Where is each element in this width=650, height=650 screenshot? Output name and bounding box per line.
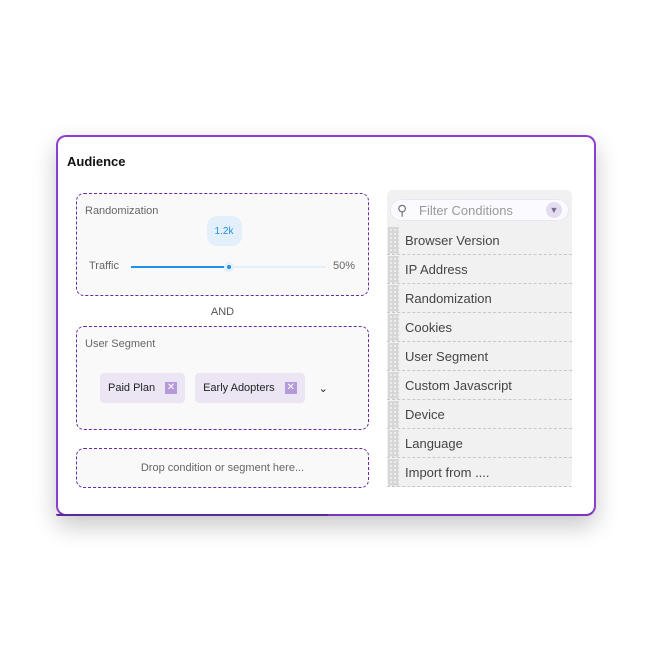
condition-item-label: IP Address bbox=[405, 261, 468, 277]
traffic-label: Traffic bbox=[89, 260, 119, 272]
filter-conditions-input[interactable]: ⚲ Filter Conditions ▼ bbox=[390, 199, 569, 221]
condition-item[interactable]: Import from .... bbox=[387, 458, 572, 487]
condition-item-label: Import from .... bbox=[405, 464, 490, 480]
drag-handle-icon[interactable] bbox=[388, 371, 399, 399]
condition-label: Randomization bbox=[85, 205, 159, 217]
conditions-list: Browser Version IP Address Randomization Co… bbox=[387, 226, 572, 487]
drag-handle-icon[interactable] bbox=[388, 400, 399, 428]
condition-item-label: User Segment bbox=[405, 348, 489, 364]
slider-tooltip: 1.2k bbox=[206, 216, 242, 246]
drop-zone[interactable]: Drop condition or segment here... bbox=[76, 448, 369, 488]
traffic-percent: 50% bbox=[332, 260, 355, 272]
condition-item[interactable]: Device bbox=[387, 400, 572, 429]
segment-chip: Early Adopters ✕ bbox=[195, 373, 305, 403]
condition-item[interactable]: Browser Version bbox=[387, 226, 572, 255]
slider-thumb[interactable]: 1.2k bbox=[206, 216, 242, 272]
conditions-panel: ⚲ Filter Conditions ▼ Browser Version IP … bbox=[387, 190, 572, 487]
card-title: Audience bbox=[67, 154, 126, 169]
drag-handle-icon[interactable] bbox=[388, 342, 399, 370]
condition-item-label: Cookies bbox=[405, 319, 452, 335]
condition-item[interactable]: Custom Javascript bbox=[387, 371, 572, 400]
randomization-condition[interactable]: Randomization Traffic 1.2k 50% bbox=[76, 193, 369, 296]
drag-handle-icon[interactable] bbox=[388, 255, 399, 283]
drag-handle-icon[interactable] bbox=[388, 226, 399, 254]
remove-chip-icon[interactable]: ✕ bbox=[284, 382, 297, 394]
condition-item-label: Browser Version bbox=[405, 232, 500, 248]
condition-item[interactable]: User Segment bbox=[387, 342, 572, 371]
and-connector: AND bbox=[210, 306, 235, 318]
condition-item[interactable]: IP Address bbox=[387, 255, 572, 284]
condition-item-label: Device bbox=[405, 406, 445, 422]
condition-item-label: Custom Javascript bbox=[405, 377, 512, 393]
condition-label: User Segment bbox=[85, 338, 156, 350]
segment-chip: Paid Plan ✕ bbox=[100, 373, 186, 403]
chip-label: Early Adopters bbox=[203, 382, 275, 394]
drag-handle-icon[interactable] bbox=[388, 429, 399, 457]
condition-item[interactable]: Language bbox=[387, 429, 572, 458]
user-segment-condition[interactable]: User Segment Paid Plan ✕ Early Adopters ✕ … bbox=[76, 326, 369, 430]
search-icon: ⚲ bbox=[397, 201, 408, 218]
condition-item-label: Randomization bbox=[405, 290, 492, 306]
filter-icon[interactable]: ▼ bbox=[546, 202, 562, 218]
remove-chip-icon[interactable]: ✕ bbox=[165, 382, 178, 394]
chip-label: Paid Plan bbox=[108, 382, 156, 394]
traffic-slider[interactable]: 1.2k bbox=[131, 216, 326, 272]
drag-handle-icon[interactable] bbox=[388, 313, 399, 341]
condition-item[interactable]: Cookies bbox=[387, 313, 572, 342]
drag-handle-icon[interactable] bbox=[388, 458, 399, 486]
condition-item[interactable]: Randomization bbox=[387, 284, 572, 313]
search-placeholder: Filter Conditions bbox=[419, 202, 513, 218]
drag-handle-icon[interactable] bbox=[388, 284, 399, 312]
slider-fill bbox=[131, 266, 229, 268]
condition-item-label: Language bbox=[405, 435, 463, 451]
audience-card: Audience Randomization Traffic 1.2k 50% … bbox=[56, 135, 596, 516]
chevron-down-icon[interactable]: ⌄ bbox=[319, 382, 328, 395]
